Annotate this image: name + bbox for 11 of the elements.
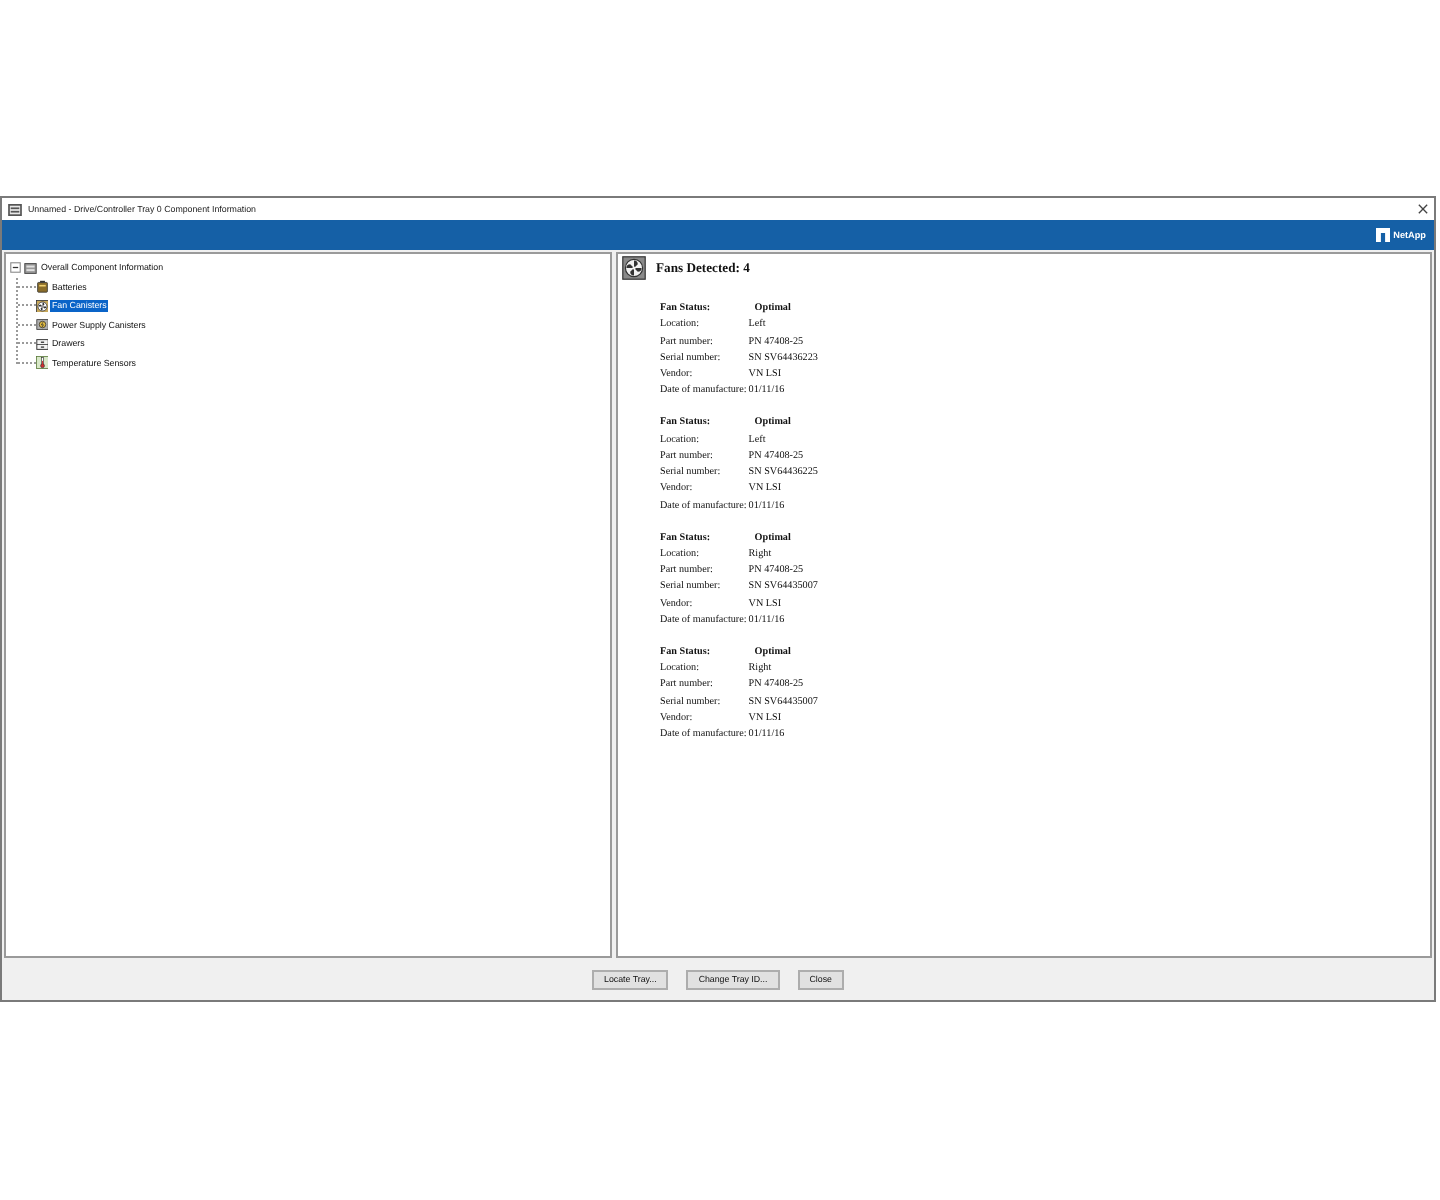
battery-icon — [35, 280, 48, 293]
close-icon[interactable] — [1418, 204, 1428, 214]
collapse-icon[interactable] — [10, 262, 21, 273]
fan-icon — [35, 299, 48, 312]
power-supply-icon — [35, 318, 48, 331]
logo-icon — [1376, 228, 1391, 242]
window-icon — [8, 203, 22, 215]
drawer-icon — [35, 337, 48, 350]
tray-icon — [24, 261, 37, 274]
thermometer-icon — [35, 356, 48, 369]
fan-icon — [622, 256, 646, 280]
